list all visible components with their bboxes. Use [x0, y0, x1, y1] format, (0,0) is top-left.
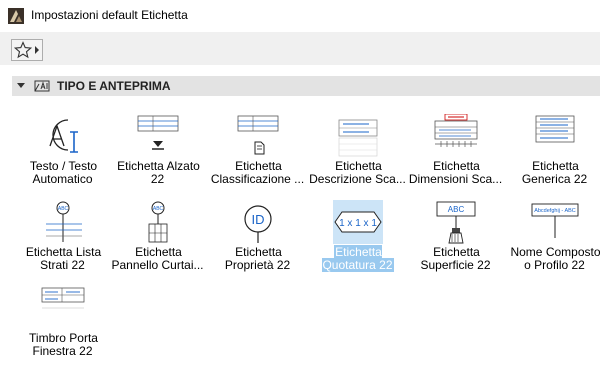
list-item-testo-automatico[interactable]: Testo / Testo Automatico [13, 110, 113, 196]
elevation-label-icon [137, 115, 179, 150]
item-label: Etichetta Alzato 22 [117, 159, 200, 186]
text-auto-icon [49, 119, 78, 153]
item-label: Etichetta Dimensioni Sca... [408, 159, 503, 186]
list-item-nome-composto-profilo[interactable]: Abcdefghij - ABC Nome Composto o Profilo… [505, 196, 600, 282]
item-label: Etichetta Pannello Curtai... [111, 245, 204, 272]
property-label-icon: ID [244, 205, 272, 243]
item-label: Timbro Porta Finestra 22 [29, 331, 98, 358]
item-label: Etichetta Proprietà 22 [224, 245, 291, 272]
dimension-label-icon [434, 114, 478, 147]
curtain-panel-label-icon: ABC [148, 201, 168, 243]
list-item-etichetta-alzato[interactable]: Etichetta Alzato 22 [108, 110, 208, 196]
list-item-etichetta-generica[interactable]: Etichetta Generica 22 [505, 110, 600, 196]
window-title: Impostazioni default Etichetta [31, 8, 188, 22]
title-bar: Impostazioni default Etichetta [0, 0, 600, 32]
list-item-etichetta-superficie[interactable]: ABC Etichetta Superficie 22 [406, 196, 506, 282]
svg-text:ABC: ABC [58, 206, 69, 212]
dimension-tag-icon: 1 x 1 x 1 [333, 200, 383, 244]
item-label: Nome Composto o Profilo 22 [510, 245, 600, 272]
item-label: Etichetta Superficie 22 [420, 245, 491, 272]
description-label-icon [338, 119, 378, 157]
svg-text:Abcdefghij - ABC: Abcdefghij - ABC [534, 208, 576, 214]
app-icon [8, 8, 24, 24]
chevron-down-icon [17, 83, 25, 88]
list-item-etichetta-proprieta[interactable]: ID Etichetta Proprietà 22 [208, 196, 308, 282]
svg-text:1 x 1 x 1: 1 x 1 x 1 [339, 218, 377, 229]
door-window-stamp-icon [41, 287, 85, 309]
item-label: Etichetta Lista Strati 22 [25, 245, 102, 272]
classification-label-icon [237, 115, 279, 155]
svg-text:ID: ID [252, 212, 265, 227]
list-item-etichetta-quotatura[interactable]: 1 x 1 x 1 Etichetta Quotatura 22 [308, 196, 408, 282]
generic-label-icon [535, 115, 575, 143]
item-label: Etichetta Classificazione ... [210, 159, 305, 186]
list-item-timbro-porta-finestra[interactable]: Timbro Porta Finestra 22 [13, 282, 113, 368]
list-item-etichetta-dimensioni[interactable]: Etichetta Dimensioni Sca... [406, 110, 506, 196]
list-item-etichetta-descrizione[interactable]: Etichetta Descrizione Sca... [308, 110, 408, 196]
label-preview-icon [34, 80, 50, 92]
layer-list-label-icon: ABC [46, 201, 82, 242]
svg-text:ABC: ABC [153, 206, 164, 212]
svg-text:ABC: ABC [448, 205, 465, 214]
item-label: Etichetta Quotatura 22 [322, 245, 394, 272]
list-item-etichetta-pannello-curtain[interactable]: ABC Etichetta Pannello Curtai... [108, 196, 208, 282]
profile-name-label-icon: Abcdefghij - ABC [531, 203, 579, 238]
list-item-etichetta-lista-strati[interactable]: ABC Etichetta Lista Strati 22 [13, 196, 113, 282]
item-label: Testo / Testo Automatico [29, 159, 98, 186]
toolbar [0, 32, 600, 65]
section-header-tipo-anteprima[interactable]: TIPO E ANTEPRIMA [12, 76, 600, 96]
item-label: Etichetta Generica 22 [521, 159, 588, 186]
caret-right-icon [35, 46, 39, 54]
list-item-etichetta-classificazione[interactable]: Etichetta Classificazione ... [208, 110, 308, 196]
star-icon [14, 41, 32, 59]
surface-label-icon: ABC [436, 201, 476, 244]
item-label: Etichetta Descrizione Sca... [309, 159, 406, 186]
section-title: TIPO E ANTEPRIMA [57, 79, 171, 93]
favorites-button[interactable] [11, 39, 43, 61]
